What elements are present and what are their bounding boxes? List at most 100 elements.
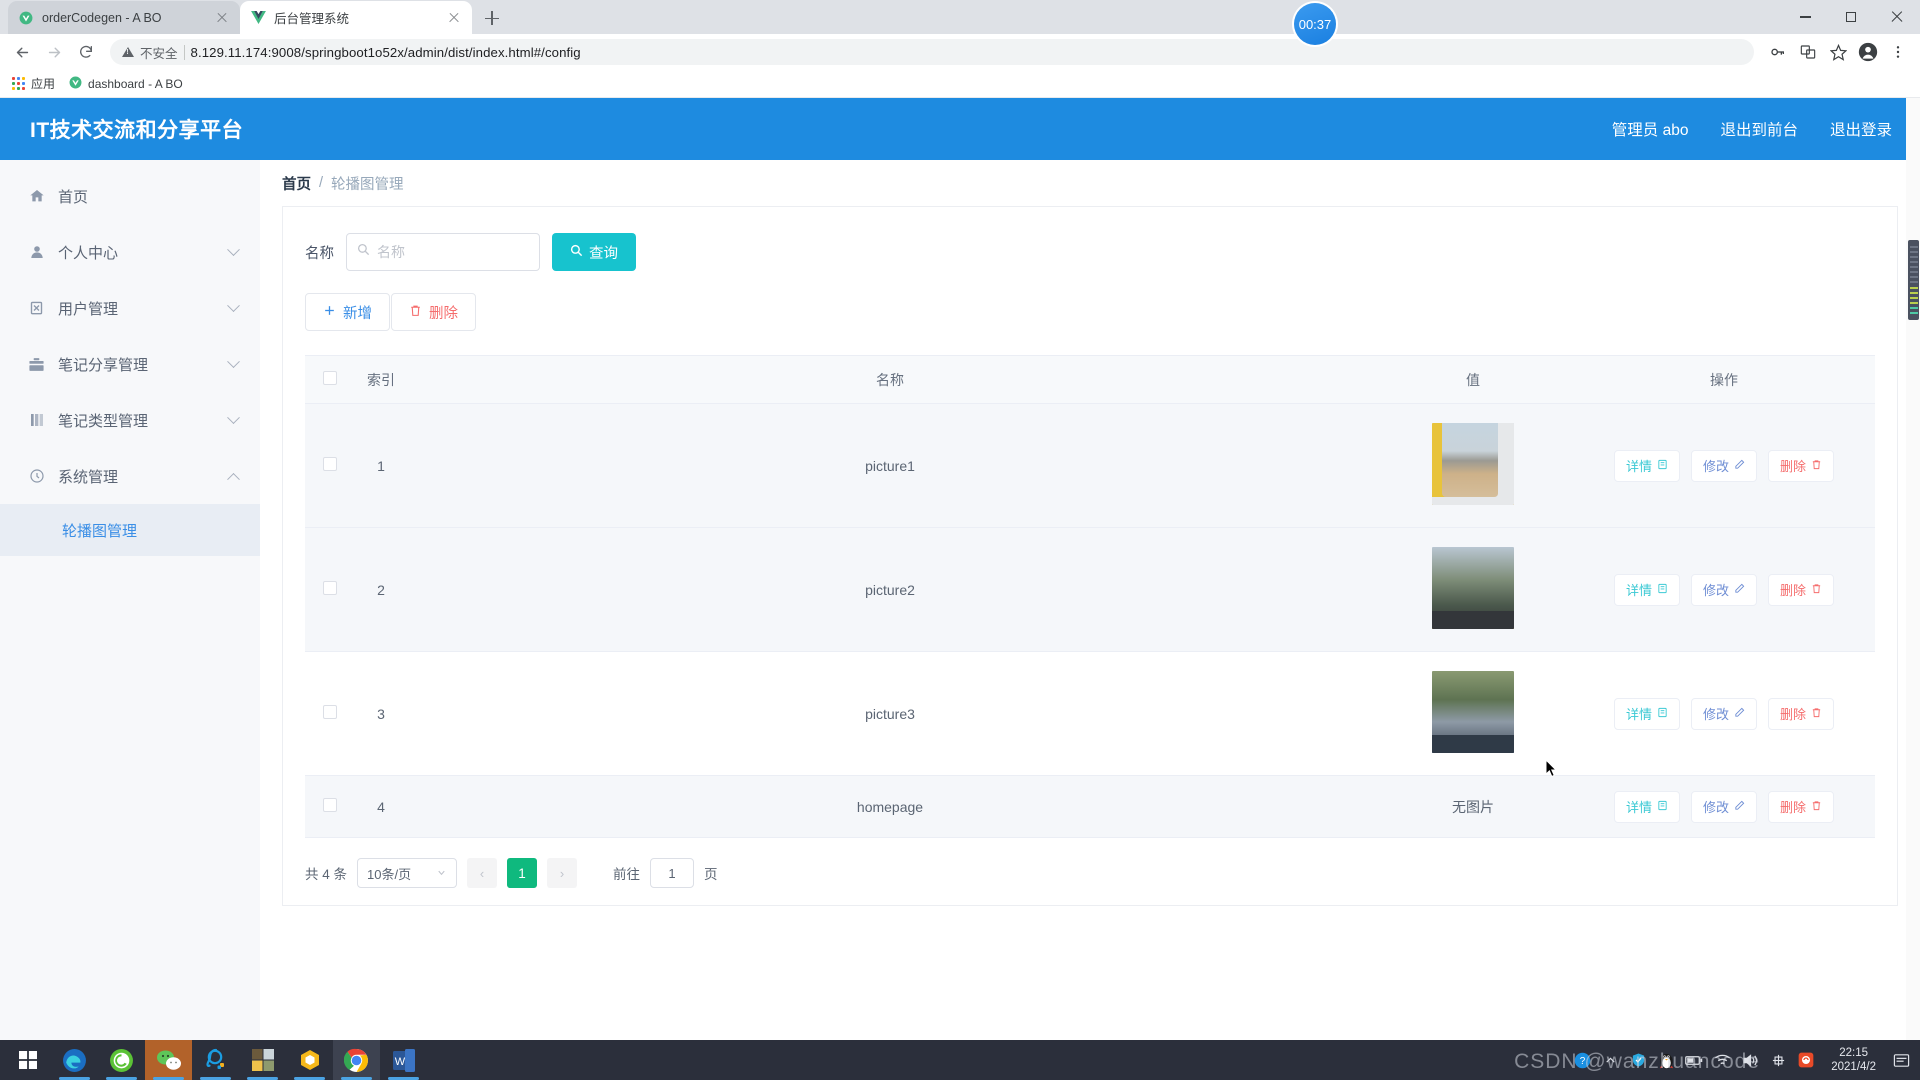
row-delete-button[interactable]: 删除	[1768, 790, 1835, 823]
page-scrollbar[interactable]	[1906, 98, 1920, 1040]
delete-button[interactable]: 删除	[391, 293, 476, 331]
sidebar-item-home[interactable]: 首页	[0, 168, 260, 224]
row-checkbox[interactable]	[323, 705, 337, 719]
row-checkbox[interactable]	[323, 581, 337, 595]
sidebar-item-personal-center[interactable]: 个人中心	[0, 224, 260, 280]
windows-logo-icon[interactable]	[4, 1040, 51, 1080]
new-tab-button[interactable]	[478, 4, 506, 32]
forward-button[interactable]	[40, 38, 68, 66]
app-header: IT技术交流和分享平台 管理员 abo 退出到前台 退出登录	[0, 98, 1920, 160]
row-checkbox[interactable]	[323, 798, 337, 812]
breadcrumb-home[interactable]: 首页	[282, 173, 311, 194]
row-delete-button[interactable]: 删除	[1768, 449, 1835, 482]
sidebar-item-carousel-management[interactable]: 轮播图管理	[0, 504, 260, 556]
next-page-button[interactable]: ›	[547, 858, 578, 888]
bookmark-star-icon[interactable]	[1824, 38, 1852, 66]
system-tray: ? 22:15 2021/4/2	[1573, 1046, 1916, 1075]
edit-button[interactable]: 修改	[1690, 573, 1757, 606]
taskbar-clock[interactable]: 22:15 2021/4/2	[1825, 1046, 1882, 1075]
row-select-cell	[305, 403, 355, 528]
page-number-1[interactable]: 1	[507, 858, 538, 888]
delete-label: 删除	[1780, 459, 1807, 474]
row-delete-button[interactable]: 删除	[1768, 573, 1835, 606]
thumbnail-image[interactable]	[1432, 671, 1514, 753]
document-icon	[1657, 582, 1668, 597]
select-all-checkbox[interactable]	[323, 371, 337, 385]
volume-icon[interactable]	[1741, 1051, 1759, 1069]
chevron-down-icon	[227, 242, 240, 256]
wifi-icon[interactable]	[1713, 1051, 1731, 1069]
detail-button[interactable]: 详情	[1613, 573, 1680, 606]
detail-button[interactable]: 详情	[1613, 449, 1680, 482]
logout-link[interactable]: 退出登录	[1830, 118, 1892, 140]
goto-page-input[interactable]: 1	[650, 858, 695, 888]
thumbnail-image[interactable]	[1432, 547, 1514, 629]
photos-icon[interactable]	[239, 1040, 286, 1080]
help-icon[interactable]: ?	[1573, 1051, 1591, 1069]
page-size-select[interactable]: 10条/页	[357, 858, 458, 888]
search-input[interactable]: 名称	[346, 233, 540, 271]
bookmark-dashboard[interactable]: dashboard - A BO	[69, 76, 183, 92]
bookmarks-bar: 应用 dashboard - A BO	[0, 70, 1920, 98]
notification-icon[interactable]	[1892, 1051, 1910, 1069]
delete-button-label: 删除	[429, 305, 458, 322]
browser-tab-0[interactable]: orderCodegen - A BO	[8, 1, 240, 34]
close-icon[interactable]	[214, 10, 230, 26]
query-button[interactable]: 查询	[552, 233, 636, 271]
row-checkbox[interactable]	[323, 457, 337, 471]
row-index: 2	[355, 527, 407, 652]
page-viewport: IT技术交流和分享平台 管理员 abo 退出到前台 退出登录 首页 个人中心 用…	[0, 98, 1920, 1040]
app-tray-icon[interactable]	[1797, 1051, 1815, 1069]
edit-button[interactable]: 修改	[1690, 449, 1757, 482]
translate-icon[interactable]	[1794, 38, 1822, 66]
sidebar-item-user-management[interactable]: 用户管理	[0, 280, 260, 336]
exit-to-frontend-link[interactable]: 退出到前台	[1720, 118, 1798, 140]
qq-icon[interactable]	[192, 1040, 239, 1080]
360-browser-icon[interactable]	[98, 1040, 145, 1080]
detail-button[interactable]: 详情	[1613, 697, 1680, 730]
profile-avatar-icon[interactable]	[1854, 38, 1882, 66]
admin-name[interactable]: 管理员 abo	[1612, 118, 1689, 140]
column-index: 索引	[355, 355, 407, 404]
word-icon[interactable]: W	[380, 1040, 427, 1080]
wechat-icon[interactable]	[145, 1040, 192, 1080]
minimize-button[interactable]	[1782, 0, 1828, 34]
sidebar-item-system-management[interactable]: 系统管理	[0, 448, 260, 504]
sidebar-item-note-share-management[interactable]: 笔记分享管理	[0, 336, 260, 392]
sidebar-item-note-type-management[interactable]: 笔记类型管理	[0, 392, 260, 448]
browser-tab-1[interactable]: 后台管理系统	[240, 1, 472, 34]
back-button[interactable]	[8, 38, 36, 66]
chevron-up-icon[interactable]	[1601, 1051, 1619, 1069]
scrollbar-thumb[interactable]	[1908, 240, 1919, 320]
query-button-label: 查询	[589, 245, 618, 262]
chrome-menu-icon[interactable]	[1884, 38, 1912, 66]
edge-icon[interactable]	[51, 1040, 98, 1080]
maximize-button[interactable]	[1828, 0, 1874, 34]
reload-button[interactable]	[72, 38, 100, 66]
chrome-icon[interactable]	[333, 1040, 380, 1080]
column-operations: 操作	[1573, 355, 1875, 404]
address-bar[interactable]: 不安全 8.129.11.174:9008/springboot1o52x/ad…	[110, 39, 1754, 65]
ime-icon[interactable]	[1769, 1051, 1787, 1069]
close-icon[interactable]	[446, 10, 462, 26]
row-index: 3	[355, 651, 407, 776]
total-count-label: 共 4 条	[305, 867, 348, 882]
qq-penguin-icon[interactable]	[1657, 1051, 1675, 1069]
row-delete-button[interactable]: 删除	[1768, 697, 1835, 730]
document-icon	[1657, 458, 1668, 473]
battery-icon[interactable]	[1685, 1051, 1703, 1069]
detail-button[interactable]: 详情	[1613, 790, 1680, 823]
edit-button[interactable]: 修改	[1690, 790, 1757, 823]
prev-page-button[interactable]: ‹	[467, 858, 498, 888]
shield-icon[interactable]	[1629, 1051, 1647, 1069]
close-window-button[interactable]	[1874, 0, 1920, 34]
key-icon[interactable]	[1764, 38, 1792, 66]
timer-badge[interactable]: 00:37	[1294, 3, 1336, 45]
breadcrumb-separator: /	[319, 175, 324, 191]
omnibox-divider	[183, 44, 185, 60]
bookmark-apps[interactable]: 应用	[12, 75, 55, 92]
add-button[interactable]: 新增	[305, 293, 390, 331]
hexagon-app-icon[interactable]	[286, 1040, 333, 1080]
thumbnail-image[interactable]	[1432, 423, 1514, 505]
edit-button[interactable]: 修改	[1690, 697, 1757, 730]
